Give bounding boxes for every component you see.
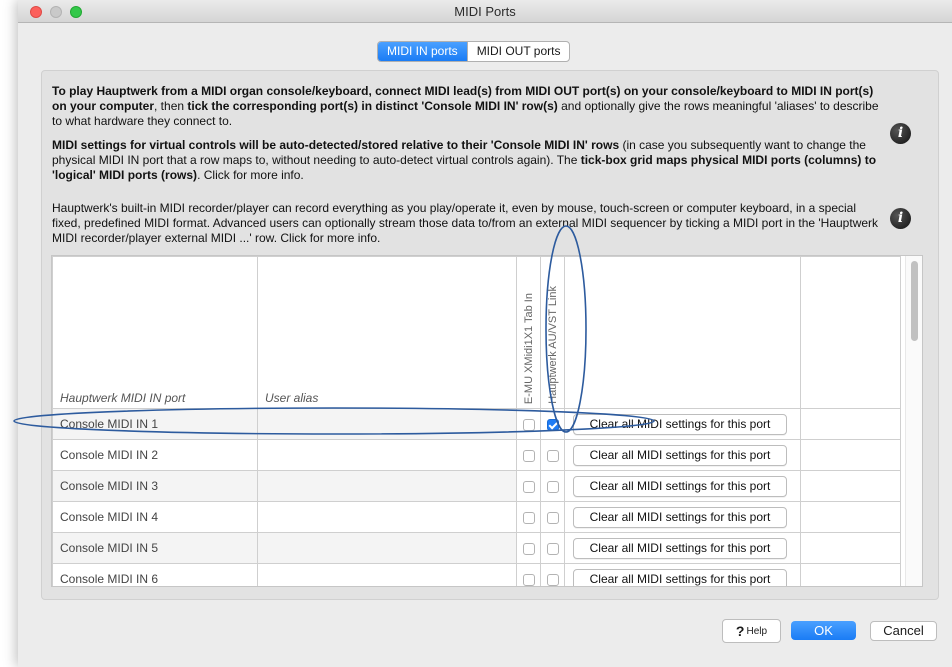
intro-p1-text-1: , then [154, 99, 188, 113]
column-label-emu: E-MU XMidi1X1 Tab In [522, 292, 535, 404]
alias-field[interactable] [257, 408, 517, 440]
hw-cell [540, 563, 565, 586]
table-row: Console MIDI IN 1 Clear all MIDI setting… [52, 408, 901, 440]
port-tabs: MIDI IN ports MIDI OUT ports [377, 41, 571, 62]
clear-port-settings-button[interactable]: Clear all MIDI settings for this port [573, 444, 787, 466]
hw-cell [540, 439, 565, 471]
hauptwerk-link-checkbox[interactable] [546, 480, 559, 493]
emu-cell [516, 532, 541, 564]
clear-cell: Clear all MIDI settings for this port [564, 408, 801, 440]
spacer-cell [800, 470, 901, 502]
hauptwerk-link-checkbox[interactable] [546, 542, 559, 555]
column-header-alias: User alias [257, 256, 517, 409]
column-label-hauptwerk-link: Hauptwerk AU/VST Link [546, 286, 559, 404]
hauptwerk-link-checkbox[interactable] [546, 573, 559, 586]
tab-midi-in-ports[interactable]: MIDI IN ports [378, 42, 467, 61]
clear-port-settings-button[interactable]: Clear all MIDI settings for this port [573, 413, 787, 435]
port-name: Console MIDI IN 4 [52, 501, 258, 533]
help-label: Help [746, 625, 768, 637]
table-row: Console MIDI IN 6 Clear all MIDI setting… [52, 563, 901, 586]
midi-ports-window: MIDI Ports MIDI IN ports MIDI OUT ports … [18, 0, 952, 667]
emu-checkbox[interactable] [522, 573, 535, 586]
emu-cell [516, 563, 541, 586]
intro-paragraph-recorder[interactable]: Hauptwerk's built-in MIDI recorder/playe… [52, 201, 882, 246]
emu-checkbox[interactable] [522, 542, 535, 555]
hauptwerk-link-checkbox[interactable] [546, 511, 559, 524]
emu-checkbox[interactable] [522, 449, 535, 462]
clear-cell: Clear all MIDI settings for this port [564, 470, 801, 502]
hw-cell [540, 532, 565, 564]
emu-cell [516, 408, 541, 440]
grid-scrollbar[interactable] [905, 256, 922, 586]
port-table: Hauptwerk MIDI IN port User alias E-MU X… [52, 256, 901, 586]
title-bar[interactable]: MIDI Ports [18, 0, 952, 23]
emu-cell [516, 439, 541, 471]
clear-cell: Clear all MIDI settings for this port [564, 501, 801, 533]
table-row: Console MIDI IN 3 Clear all MIDI setting… [52, 470, 901, 502]
port-name: Console MIDI IN 3 [52, 470, 258, 502]
clear-cell: Clear all MIDI settings for this port [564, 532, 801, 564]
hw-cell [540, 408, 565, 440]
port-name: Console MIDI IN 6 [52, 563, 258, 586]
hw-cell [540, 501, 565, 533]
column-header-emu: E-MU XMidi1X1 Tab In [516, 256, 541, 409]
column-header-hauptwerk-link: Hauptwerk AU/VST Link [540, 256, 565, 409]
table-row: Console MIDI IN 4 Clear all MIDI setting… [52, 501, 901, 533]
hw-cell [540, 470, 565, 502]
tab-midi-out-ports[interactable]: MIDI OUT ports [466, 42, 570, 61]
help-pointer-icon: ? [735, 623, 745, 639]
intro-paragraph-console: To play Hauptwerk from a MIDI organ cons… [52, 84, 882, 129]
cancel-button[interactable]: Cancel [870, 621, 937, 641]
spacer-cell [800, 408, 901, 440]
info-icon[interactable]: i [890, 208, 911, 229]
ok-button[interactable]: OK [791, 621, 856, 640]
intro-paragraph-virtual-controls[interactable]: MIDI settings for virtual controls will … [52, 138, 882, 183]
clear-port-settings-button[interactable]: Clear all MIDI settings for this port [573, 568, 787, 586]
emu-checkbox[interactable] [522, 418, 535, 431]
help-button[interactable]: ? Help [722, 619, 781, 643]
alias-field[interactable] [257, 439, 517, 471]
port-grid: Hauptwerk MIDI IN port User alias E-MU X… [51, 255, 923, 587]
hauptwerk-link-checkbox[interactable] [546, 449, 559, 462]
table-row: Console MIDI IN 2 Clear all MIDI setting… [52, 439, 901, 471]
emu-cell [516, 470, 541, 502]
clear-cell: Clear all MIDI settings for this port [564, 439, 801, 471]
midi-in-panel: To play Hauptwerk from a MIDI organ cons… [41, 70, 939, 600]
port-name: Console MIDI IN 1 [52, 408, 258, 440]
info-icon[interactable]: i [890, 123, 911, 144]
spacer-cell [800, 532, 901, 564]
clear-port-settings-button[interactable]: Clear all MIDI settings for this port [573, 506, 787, 528]
alias-field[interactable] [257, 563, 517, 586]
port-name: Console MIDI IN 2 [52, 439, 258, 471]
clear-cell: Clear all MIDI settings for this port [564, 563, 801, 586]
emu-checkbox[interactable] [522, 480, 535, 493]
clear-port-settings-button[interactable]: Clear all MIDI settings for this port [573, 537, 787, 559]
emu-cell [516, 501, 541, 533]
alias-field[interactable] [257, 501, 517, 533]
intro-p2-text-2: . Click for more info. [197, 168, 304, 182]
scrollbar-thumb[interactable] [911, 261, 918, 341]
window-title: MIDI Ports [454, 4, 516, 19]
table-row: Console MIDI IN 5 Clear all MIDI setting… [52, 532, 901, 564]
spacer-cell [800, 439, 901, 471]
column-header-spacer [800, 256, 901, 409]
port-name: Console MIDI IN 5 [52, 532, 258, 564]
intro-p1-bold-2: tick the corresponding port(s) in distin… [187, 99, 558, 113]
emu-checkbox[interactable] [522, 511, 535, 524]
intro-p2-bold-1: MIDI settings for virtual controls will … [52, 138, 620, 152]
column-header-port: Hauptwerk MIDI IN port [52, 256, 258, 409]
clear-port-settings-button[interactable]: Clear all MIDI settings for this port [573, 475, 787, 497]
hauptwerk-link-checkbox[interactable] [546, 418, 559, 431]
spacer-cell [800, 501, 901, 533]
alias-field[interactable] [257, 470, 517, 502]
spacer-cell [800, 563, 901, 586]
alias-field[interactable] [257, 532, 517, 564]
column-header-actions [564, 256, 801, 409]
